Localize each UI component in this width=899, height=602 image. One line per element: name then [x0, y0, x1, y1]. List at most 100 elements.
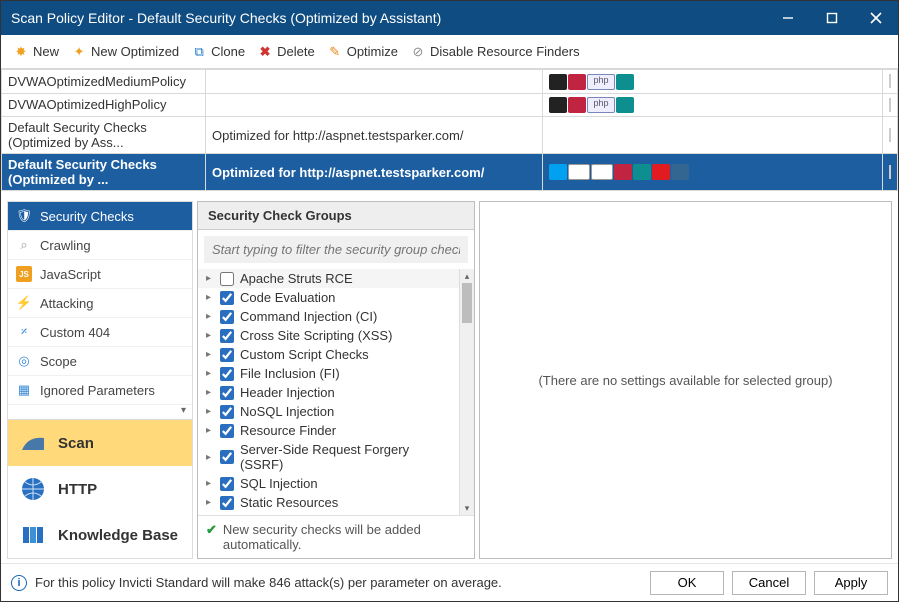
sidebar-item-crawling[interactable]: ⌕Crawling: [8, 231, 192, 260]
policy-name-cell: Default Security Checks (Optimized by As…: [2, 117, 206, 154]
disable-resource-finders-button[interactable]: ⊘Disable Resource Finders: [406, 42, 584, 62]
group-row[interactable]: ▸Command Injection (CI): [198, 307, 459, 326]
group-row[interactable]: ▸Apache Struts RCE: [198, 269, 459, 288]
group-checkbox[interactable]: [220, 291, 234, 305]
sidebar-item-label: Scope: [40, 354, 77, 369]
sidebar-item-attacking[interactable]: ⚡ Attacking: [8, 289, 192, 318]
group-row[interactable]: ▸Header Injection: [198, 383, 459, 402]
group-label: Static Resources: [240, 495, 451, 510]
group-checkbox[interactable]: [220, 272, 234, 286]
link-icon: 𝄎: [16, 324, 32, 340]
expand-icon[interactable]: ▸: [206, 273, 214, 284]
group-label: Resource Finder: [240, 423, 451, 438]
sidebar-section-http[interactable]: HTTP: [8, 466, 192, 512]
new-optimized-button[interactable]: ✦New Optimized: [67, 42, 183, 62]
policy-grid[interactable]: DVWAOptimizedMediumPolicyphpDVWAOptimize…: [1, 69, 898, 191]
sidebar-section-knowledge-base[interactable]: Knowledge Base: [8, 512, 192, 558]
minimize-button[interactable]: [766, 1, 810, 35]
policy-row[interactable]: Default Security Checks (Optimized by As…: [2, 117, 898, 154]
expand-icon[interactable]: ▸: [206, 497, 214, 508]
group-row[interactable]: ▸ Static Resources: [198, 493, 459, 512]
group-label: SQL Injection: [240, 476, 451, 491]
mssql-tech-icon: [614, 164, 632, 180]
sidebar: 🛡Security Checks⌕CrawlingJSJavaScript ⚡ At…: [7, 201, 193, 559]
group-checkbox[interactable]: [220, 450, 234, 464]
expand-icon[interactable]: ▸: [206, 368, 214, 379]
sidebar-scroll-down[interactable]: ▾: [8, 405, 192, 419]
delete-button[interactable]: ✖Delete: [253, 42, 319, 62]
group-row[interactable]: ▸ SQL Injection: [198, 474, 459, 493]
scan-icon: [20, 430, 46, 456]
groups-scrollbar[interactable]: ▴ ▾: [459, 269, 474, 515]
expand-icon[interactable]: ▸: [206, 387, 214, 398]
expand-icon[interactable]: ▸: [206, 311, 214, 322]
body-area: 🛡Security Checks⌕CrawlingJSJavaScript ⚡ At…: [1, 191, 898, 563]
scroll-down-icon[interactable]: ▾: [460, 501, 474, 515]
expand-icon[interactable]: ▸: [206, 478, 214, 489]
policy-name-cell: Default Security Checks (Optimized by ..…: [2, 154, 206, 191]
policy-row[interactable]: Default Security Checks (Optimized by ..…: [2, 154, 898, 191]
group-checkbox[interactable]: [220, 386, 234, 400]
group-row[interactable]: ▸ Resource Finder: [198, 421, 459, 440]
group-row[interactable]: ▸Code Evaluation: [198, 288, 459, 307]
close-button[interactable]: [854, 1, 898, 35]
group-checkbox[interactable]: [220, 310, 234, 324]
optimize-button[interactable]: ✎Optimize: [323, 42, 402, 62]
sidebar-section-label: HTTP: [58, 481, 97, 498]
expand-icon[interactable]: ▸: [206, 292, 214, 303]
groups-filter-input[interactable]: [204, 236, 468, 263]
grid-scroll-cell[interactable]: [883, 117, 898, 154]
sidebar-item-ignored-parameters[interactable]: ▦Ignored Parameters: [8, 376, 192, 405]
sidebar-item-label: Custom 404: [40, 325, 110, 340]
sidebar-item-custom-404[interactable]: 𝄎 Custom 404: [8, 318, 192, 347]
expand-icon[interactable]: ▸: [206, 452, 214, 463]
sidebar-item-security-checks[interactable]: 🛡Security Checks: [8, 202, 192, 231]
clone-button[interactable]: ⧉Clone: [187, 42, 249, 62]
group-row[interactable]: ▸ Custom Script Checks: [198, 345, 459, 364]
linux-tech-icon: [549, 74, 567, 90]
group-checkbox[interactable]: [220, 329, 234, 343]
group-checkbox[interactable]: [220, 477, 234, 491]
group-row[interactable]: ▸Server-Side Request Forgery (SSRF): [198, 440, 459, 474]
group-row[interactable]: ▸NoSQL Injection: [198, 402, 459, 421]
grid-scroll-cell[interactable]: [883, 70, 898, 94]
group-checkbox[interactable]: [220, 348, 234, 362]
footer-info-text: For this policy Invicti Standard will ma…: [35, 575, 502, 590]
scroll-thumb[interactable]: [462, 283, 472, 323]
group-label: Custom Script Checks: [240, 347, 451, 362]
expand-icon[interactable]: ▸: [206, 425, 214, 436]
group-checkbox[interactable]: [220, 405, 234, 419]
window-title: Scan Policy Editor - Default Security Ch…: [11, 10, 766, 26]
group-checkbox[interactable]: [220, 424, 234, 438]
ok-button[interactable]: OK: [650, 571, 724, 595]
group-checkbox[interactable]: [220, 367, 234, 381]
wand-icon: ✎: [327, 44, 343, 60]
windows-tech-icon: [549, 164, 567, 180]
bolt-icon: ⚡: [16, 295, 32, 311]
grid-scroll-cell[interactable]: [883, 154, 898, 191]
new-button[interactable]: ✸New: [9, 42, 63, 62]
group-row[interactable]: ▸File Inclusion (FI): [198, 364, 459, 383]
expand-icon[interactable]: ▸: [206, 349, 214, 360]
js-icon: JS: [16, 266, 32, 282]
expand-icon[interactable]: ▸: [206, 406, 214, 417]
apache-tech-icon: [568, 97, 586, 113]
cancel-button[interactable]: Cancel: [732, 571, 806, 595]
sidebar-item-scope[interactable]: ◎Scope: [8, 347, 192, 376]
group-row[interactable]: ▸Cross Site Scripting (XSS): [198, 326, 459, 345]
sidebar-section-scan[interactable]: Scan: [8, 420, 192, 466]
scroll-up-icon[interactable]: ▴: [460, 269, 474, 283]
expand-icon[interactable]: ▸: [206, 330, 214, 341]
policy-row[interactable]: DVWAOptimizedMediumPolicyphp: [2, 70, 898, 94]
grid-scroll-cell[interactable]: [883, 93, 898, 117]
maximize-button[interactable]: [810, 1, 854, 35]
policy-row[interactable]: DVWAOptimizedHighPolicyphp: [2, 93, 898, 117]
sidebar-item-label: Attacking: [40, 296, 93, 311]
group-checkbox[interactable]: [220, 496, 234, 510]
sidebar-item-label: Ignored Parameters: [40, 383, 155, 398]
sidebar-section-label: Scan: [58, 435, 94, 452]
apply-button[interactable]: Apply: [814, 571, 888, 595]
groups-list[interactable]: ▸Apache Struts RCE▸Code Evaluation▸Comma…: [198, 269, 459, 515]
sidebar-item-javascript[interactable]: JSJavaScript: [8, 260, 192, 289]
policy-desc-cell: [206, 93, 543, 117]
